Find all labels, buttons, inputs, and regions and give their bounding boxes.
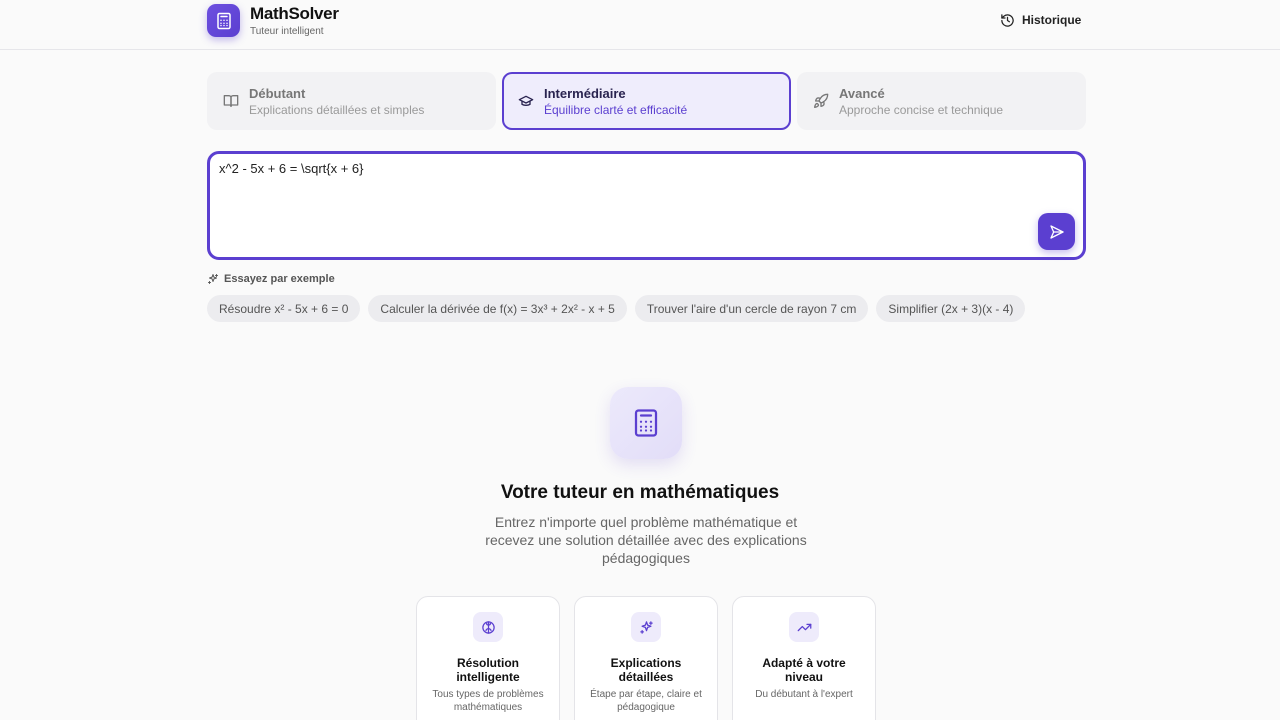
example-chips: Résoudre x² - 5x + 6 = 0 Calculer la dér… [207,295,1026,322]
send-icon [1049,224,1064,239]
problem-input[interactable] [219,161,1029,241]
problem-editor [207,151,1086,260]
level-description: Approche concise et technique [839,102,1004,117]
history-button[interactable]: Historique [990,6,1091,34]
history-icon [1001,13,1014,27]
examples-label: Essayez par exemple [207,273,335,285]
rocket-icon [814,93,829,108]
book-icon [223,95,239,107]
feature-description: Étape par étape, claire et pédagogique [590,689,702,713]
level-intermediaire[interactable]: Intermédiaire Équilibre clarté et effica… [502,72,791,130]
level-description: Équilibre clarté et efficacité [544,102,688,117]
level-description: Explications détaillées et simples [249,102,425,117]
feature-card: Adapté à votre niveau Du débutant à l'ex… [732,596,876,720]
sparkles-icon [631,612,661,642]
graduation-cap-icon [518,95,534,106]
top-bar: MathSolver Tuteur intelligent Historique [0,0,1280,50]
feature-title: Adapté à votre niveau [762,656,846,684]
trending-up-icon [789,612,819,642]
feature-description: Tous types de problèmes mathématiques [432,689,544,713]
example-chip[interactable]: Trouver l'aire d'un cercle de rayon 7 cm [634,295,869,322]
example-chip[interactable]: Résoudre x² - 5x + 6 = 0 [207,295,361,322]
level-title: Avancé [839,85,885,101]
level-debutant[interactable]: Débutant Explications détaillées et simp… [207,72,496,130]
calculator-icon [207,4,240,37]
brand[interactable]: MathSolver Tuteur intelligent [207,4,339,37]
level-avance[interactable]: Avancé Approche concise et technique [797,72,1086,130]
app-subtitle: Tuteur intelligent [250,26,324,37]
example-chip[interactable]: Simplifier (2x + 3)(x - 4) [876,295,1026,322]
calculator-icon [610,387,682,459]
level-selector: Débutant Explications détaillées et simp… [207,72,1086,130]
hero-description: Entrez n'importe quel problème mathémati… [485,514,807,566]
example-chip[interactable]: Calculer la dérivée de f(x) = 3x³ + 2x² … [368,295,627,322]
feature-title: Résolution intelligente [456,656,520,684]
history-label: Historique [1022,13,1082,27]
feature-title: Explications détaillées [610,656,682,684]
feature-card: Résolution intelligente Tous types de pr… [416,596,560,720]
feature-description: Du débutant à l'expert [755,689,853,700]
sparkles-icon [208,274,218,284]
level-title: Intermédiaire [544,85,626,101]
send-button[interactable] [1038,213,1075,250]
hero-title: Votre tuteur en mathématiques [500,482,780,503]
brain-icon [473,612,503,642]
level-title: Débutant [249,85,306,101]
feature-card: Explications détaillées Étape par étape,… [574,596,718,720]
app-title: MathSolver [250,4,339,23]
